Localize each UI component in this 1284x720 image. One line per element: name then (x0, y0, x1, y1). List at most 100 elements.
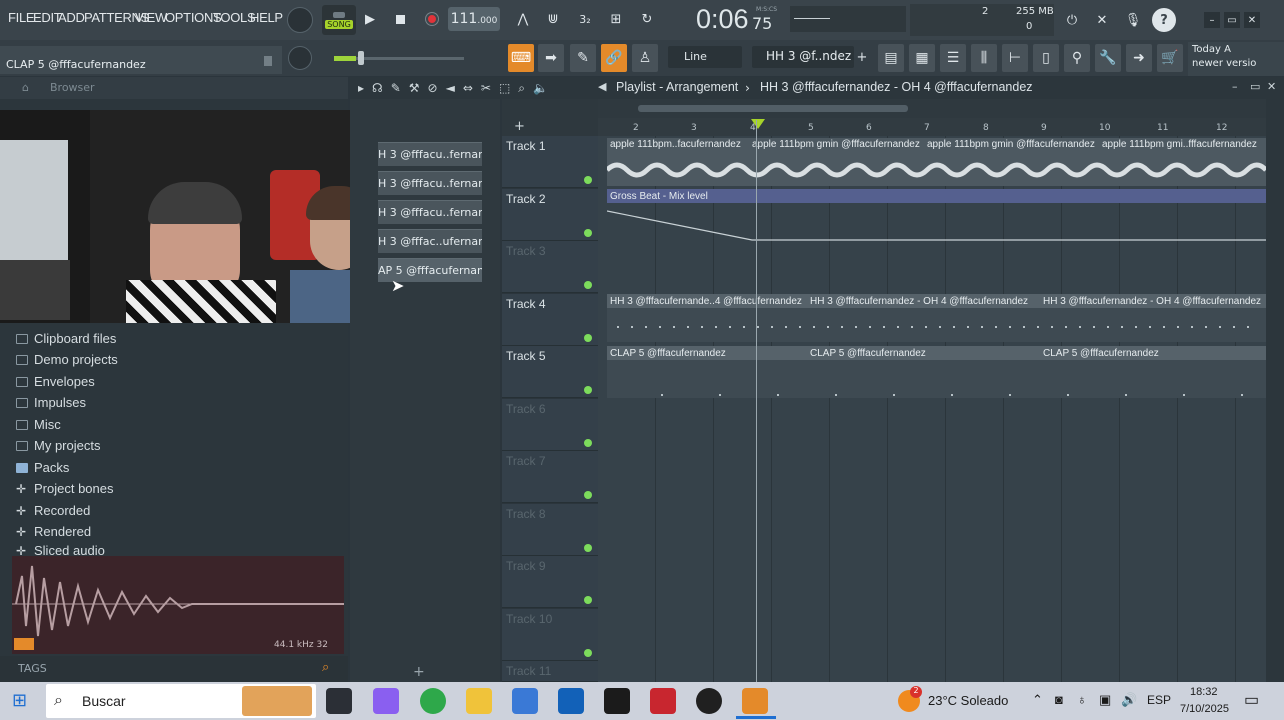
sample-preview[interactable]: 44.1 kHz 32 (12, 556, 344, 654)
track-led[interactable] (584, 596, 592, 604)
reset-button[interactable]: ⏻ (1060, 8, 1084, 32)
copilot-icon[interactable] (373, 688, 399, 714)
playlist-close-icon[interactable]: ✕ (1267, 80, 1276, 93)
tools-button[interactable]: ✕ (1090, 8, 1114, 32)
browser-item-demo[interactable]: Demo projects (16, 352, 118, 367)
tool-stamp-button[interactable]: ♙ (632, 44, 658, 72)
mixer-button[interactable]: ⫼ (971, 44, 997, 72)
piano-roll-button[interactable]: ▦ (909, 44, 935, 72)
tray-mic-icon[interactable]: ♁ (1077, 692, 1087, 707)
tray-camera-icon[interactable]: ◙ (1055, 692, 1063, 707)
tray-chevron-icon[interactable]: ⌃ (1032, 692, 1043, 708)
close-button[interactable]: ✕ (1244, 12, 1260, 28)
overview-strip[interactable] (598, 99, 1266, 118)
fl-tool-icon[interactable] (604, 688, 630, 714)
channel-rack-button[interactable]: ☰ (940, 44, 966, 72)
menu-file[interactable]: FILE (8, 10, 35, 25)
loop-record-button[interactable]: ↻ (634, 7, 660, 31)
browser-item-my-projects[interactable]: My projects (16, 438, 100, 453)
fl-studio-icon[interactable] (742, 688, 768, 714)
add-plus-icon[interactable]: + (514, 119, 525, 134)
track-header-1[interactable]: Track 1 (502, 136, 598, 188)
playlist-minimize-icon[interactable]: – (1232, 80, 1238, 93)
menu-add[interactable]: ADD (58, 10, 85, 25)
pitch-knob[interactable] (288, 46, 312, 70)
stop-button[interactable] (388, 7, 412, 31)
track-header-3[interactable]: Track 3 (502, 241, 598, 293)
search-icon[interactable]: ⌕ (322, 660, 329, 675)
track-header-2[interactable]: Track 2 (502, 189, 598, 241)
menu-tools[interactable]: TOOLS (213, 10, 256, 25)
mute-icon[interactable]: ◄ (446, 81, 455, 97)
track-led[interactable] (584, 649, 592, 657)
countdown-button[interactable]: 3₂ (572, 7, 598, 31)
song-time-display[interactable]: 0:06 75 M:S:CS (690, 2, 777, 38)
picker-item[interactable]: H 3 @fffacu..fernandez (378, 171, 482, 195)
slip-icon[interactable]: ⇔ (463, 81, 473, 97)
pencil-icon[interactable]: ✎ (391, 81, 401, 97)
master-volume-knob[interactable] (287, 7, 313, 33)
overview-scroll[interactable] (638, 105, 908, 112)
play-arrow-icon[interactable]: ▸ (358, 81, 364, 97)
store-icon[interactable] (512, 688, 538, 714)
menu-view[interactable]: VIEW (135, 10, 167, 25)
browser-item-packs[interactable]: Packs (16, 460, 69, 475)
home-icon[interactable]: ⌂ (22, 81, 29, 94)
file-explorer-icon[interactable] (466, 688, 492, 714)
tray-volume-icon[interactable]: 🔊 (1121, 692, 1137, 708)
browser-item-sliced[interactable]: ✛ Sliced audio (16, 545, 105, 556)
language-indicator[interactable]: ESP (1147, 693, 1171, 707)
project-tree-button[interactable]: ⊢ (1002, 44, 1028, 72)
headphones-icon[interactable]: ☊ (372, 81, 383, 97)
track-header-11[interactable]: Track 11 (502, 661, 598, 682)
notification-center-icon[interactable]: ▭ (1244, 690, 1259, 710)
track-led[interactable] (584, 439, 592, 447)
step-edit-button[interactable]: ⊞ (603, 7, 629, 31)
menu-help[interactable]: HELP (250, 10, 283, 25)
delete-icon[interactable]: ⊘ (428, 81, 438, 97)
playlist-menu-arrow-icon[interactable]: ◀ (598, 80, 606, 93)
select-icon[interactable]: ⬚ (499, 81, 510, 97)
track-header-7[interactable]: Track 7 (502, 451, 598, 503)
browser-button[interactable]: ▯ (1033, 44, 1059, 72)
vertical-scrollbar[interactable] (1266, 99, 1284, 682)
outlook-icon[interactable] (558, 688, 584, 714)
taskbar-search[interactable]: ⌕ Buscar (46, 684, 316, 718)
clock-date[interactable]: 7/10/2025 (1180, 703, 1229, 715)
track-led[interactable] (584, 229, 592, 237)
browser-item-clipboard[interactable]: Clipboard files (16, 331, 116, 346)
news-panel[interactable]: Today A newer versio (1188, 42, 1284, 76)
tempo-display[interactable]: 111.000 (448, 7, 500, 31)
wait-input-button[interactable]: ⋓ (540, 7, 566, 31)
pattern-selector[interactable]: HH 3 @f..ndez (752, 46, 854, 68)
browser-item-envelopes[interactable]: Envelopes (16, 374, 95, 389)
browser-item-impulses[interactable]: Impulses (16, 395, 86, 410)
tool-link-button[interactable]: 🔗 (601, 44, 627, 72)
tool-pencil-button[interactable]: ✎ (570, 44, 596, 72)
minimize-button[interactable]: – (1204, 12, 1220, 28)
track-led[interactable] (584, 386, 592, 394)
browser-item-recorded[interactable]: ✛ Recorded (16, 503, 90, 518)
maximize-button[interactable]: ▭ (1224, 12, 1240, 28)
clock-time[interactable]: 18:32 (1190, 686, 1218, 698)
track-led[interactable] (584, 334, 592, 342)
playlist-maximize-icon[interactable]: ▭ (1250, 80, 1260, 93)
track-header-4[interactable]: Track 4 (502, 294, 598, 346)
browser-item-misc[interactable]: Misc (16, 417, 61, 432)
picker-item[interactable]: H 3 @fffacu..fernandez (378, 200, 482, 224)
track-led[interactable] (584, 176, 592, 184)
voicemeeter-icon[interactable] (650, 688, 676, 714)
track-led[interactable] (584, 491, 592, 499)
browser-item-rendered[interactable]: ✛ Rendered (16, 524, 91, 539)
play-button[interactable]: ▶ (358, 7, 382, 31)
track-header-10[interactable]: Track 10 (502, 609, 598, 661)
speaker-icon[interactable]: 🔈 (533, 81, 548, 97)
metronome-button[interactable]: ⋀ (510, 7, 536, 31)
help-button[interactable]: ? (1152, 8, 1176, 32)
play-sample-icon[interactable] (14, 638, 34, 650)
snap-selector[interactable]: Line (668, 46, 742, 68)
track-header-6[interactable]: Track 6 (502, 399, 598, 451)
picker-item[interactable]: H 3 @fffacu..fernandez (378, 142, 482, 166)
tray-network-icon[interactable]: ▣ (1099, 692, 1111, 708)
track-header-8[interactable]: Track 8 (502, 504, 598, 556)
